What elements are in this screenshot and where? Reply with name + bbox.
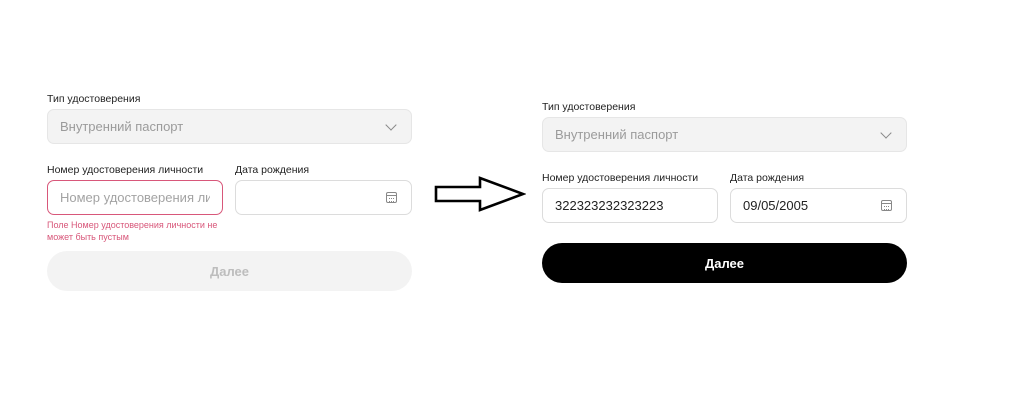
- id-birth-row: Номер удостоверения личности 32232323232…: [542, 172, 907, 223]
- arrow-right-icon: [434, 176, 526, 212]
- doc-type-value: Внутренний паспорт: [555, 127, 679, 142]
- id-field-group: Номер удостоверения личности 32232323232…: [542, 172, 718, 223]
- id-number-input[interactable]: Номер удостоверения личности: [47, 180, 223, 215]
- next-button[interactable]: Далее: [542, 243, 907, 283]
- chevron-down-icon: [385, 118, 397, 131]
- doc-type-select[interactable]: Внутренний паспорт: [47, 109, 412, 144]
- id-number-placeholder: Номер удостоверения личности: [60, 190, 210, 205]
- id-field-group: Номер удостоверения личности Номер удост…: [47, 164, 223, 243]
- passport-form-before: Тип удостоверения Внутренний паспорт Ном…: [47, 93, 412, 291]
- doc-type-select[interactable]: Внутренний паспорт: [542, 117, 907, 152]
- calendar-icon[interactable]: [881, 200, 892, 211]
- id-birth-row: Номер удостоверения личности Номер удост…: [47, 164, 412, 243]
- id-number-input[interactable]: 322323232323223: [542, 188, 718, 223]
- birth-date-label: Дата рождения: [235, 164, 310, 176]
- birth-date-value: 09/05/2005: [743, 198, 809, 213]
- calendar-icon[interactable]: [386, 192, 397, 203]
- birth-field-group: Дата рождения: [235, 164, 412, 243]
- id-number-label: Номер удостоверения личности: [542, 172, 699, 184]
- id-number-value: 322323232323223: [555, 198, 664, 213]
- next-button-disabled[interactable]: Далее: [47, 251, 412, 291]
- passport-form-after: Тип удостоверения Внутренний паспорт Ном…: [542, 101, 907, 283]
- birth-field-group: Дата рождения 09/05/2005: [730, 172, 907, 223]
- doc-type-label: Тип удостоверения: [542, 101, 636, 113]
- id-number-label: Номер удостоверения личности: [47, 164, 204, 176]
- birth-date-input[interactable]: 09/05/2005: [730, 188, 907, 223]
- birth-date-label: Дата рождения: [730, 172, 805, 184]
- id-number-error: Поле Номер удостоверения личности не мож…: [47, 220, 218, 242]
- doc-type-value: Внутренний паспорт: [60, 119, 184, 134]
- birth-date-input[interactable]: [235, 180, 412, 215]
- chevron-down-icon: [880, 126, 892, 139]
- doc-type-label: Тип удостоверения: [47, 93, 141, 105]
